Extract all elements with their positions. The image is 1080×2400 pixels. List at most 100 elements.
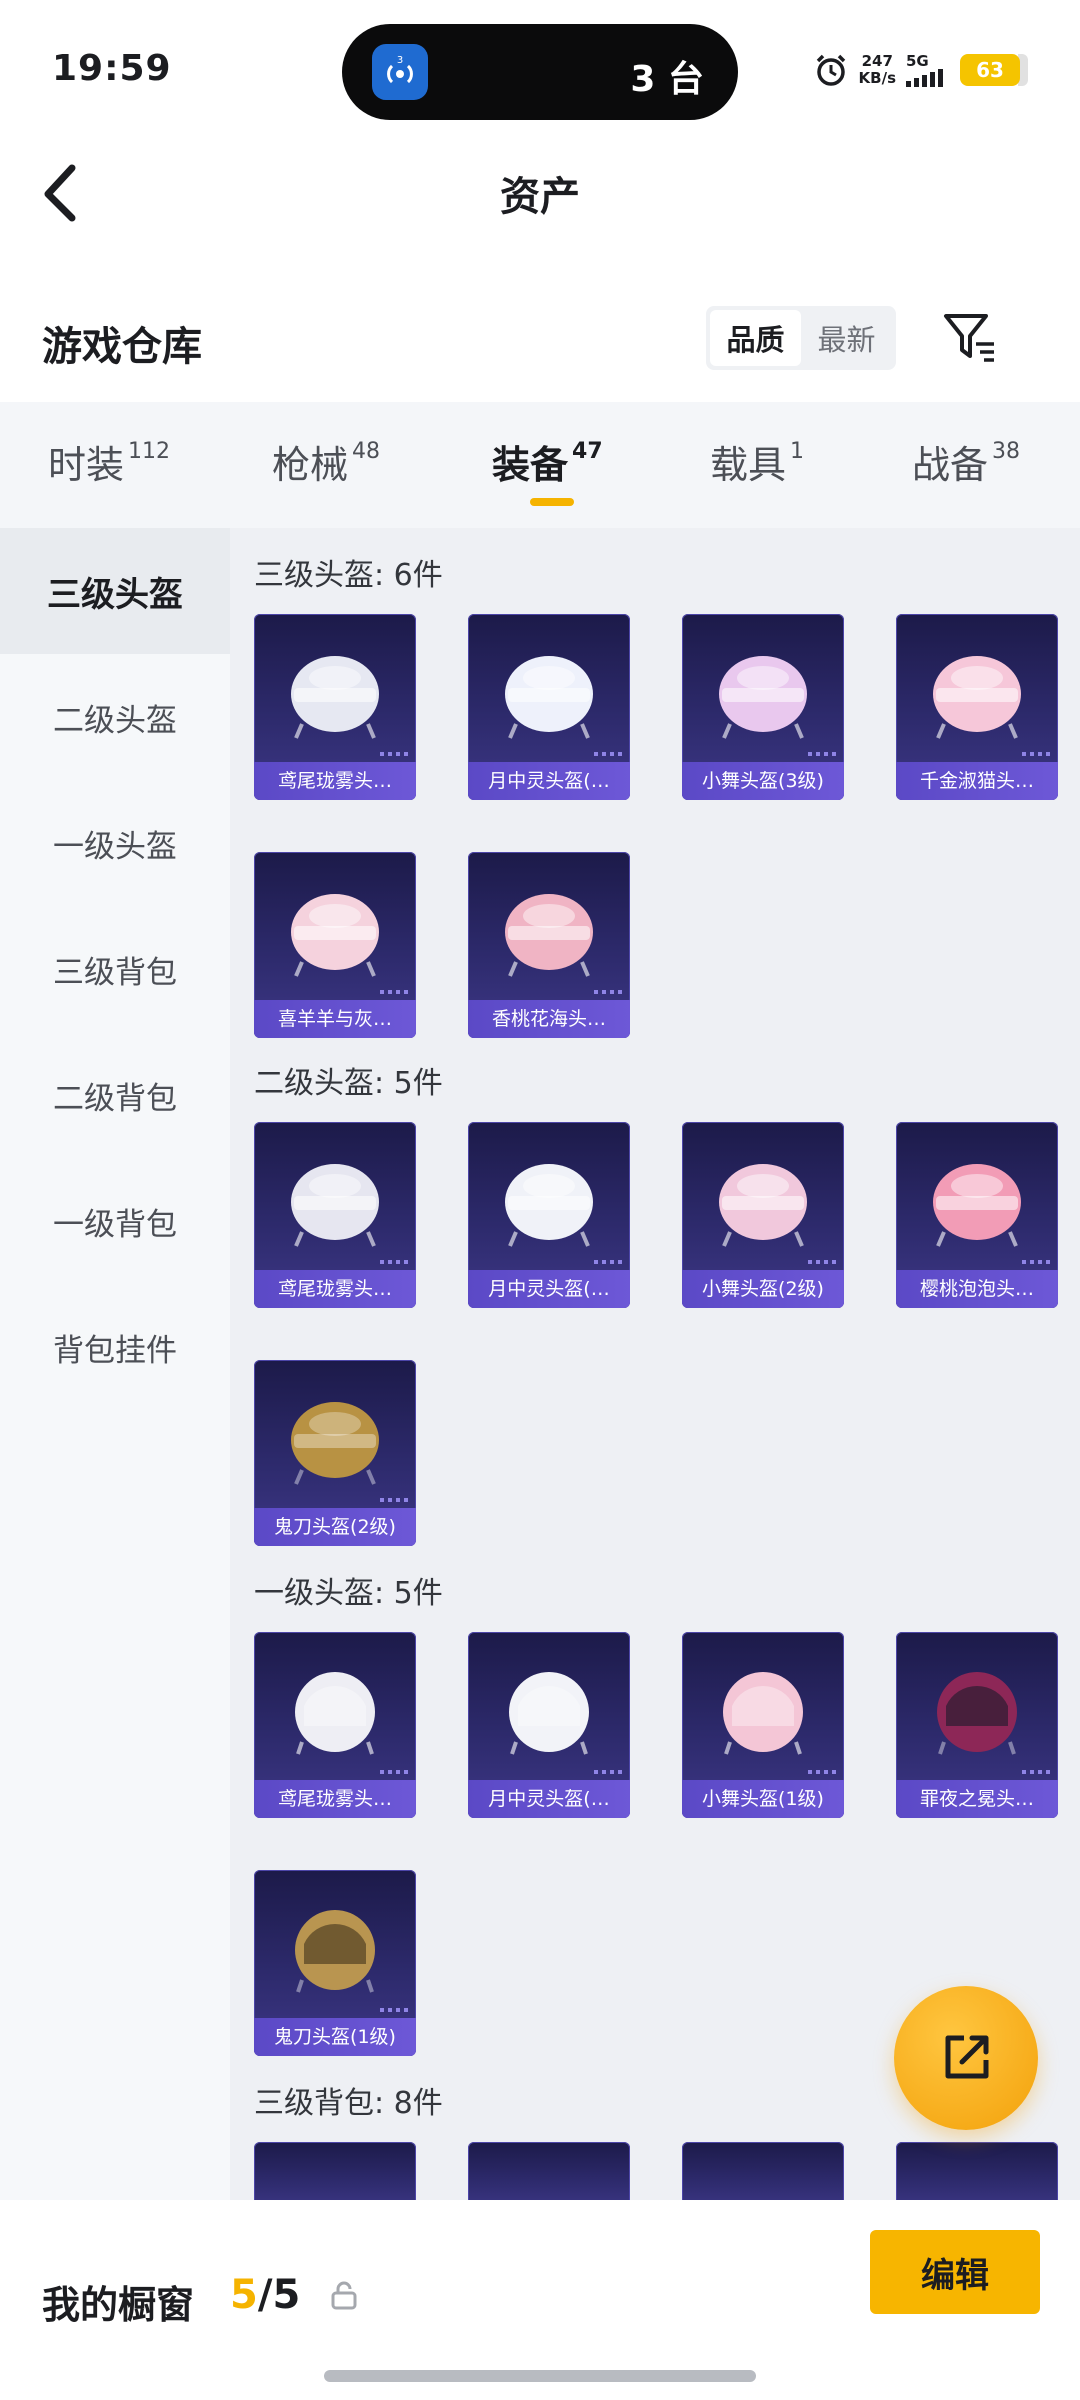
showcase-title: 我的橱窗 <box>42 2283 195 2327</box>
item-card[interactable]: 香桃花海头… <box>468 852 630 1038</box>
item-name: 月中灵头盔(… <box>468 1780 630 1818</box>
item-card[interactable]: 鸢尾珑雾头… <box>254 1632 416 1818</box>
island-app-icon: 3 <box>372 44 428 100</box>
helmet-icon <box>937 1672 1017 1755</box>
item-name: 小舞头盔(3级) <box>682 762 844 800</box>
helmet-icon <box>505 894 593 977</box>
item-name: 鸢尾珑雾头… <box>254 762 416 800</box>
item-name: 鸢尾珑雾头… <box>254 1270 416 1308</box>
helmet-icon <box>291 1164 379 1247</box>
rarity-dots <box>808 1260 836 1264</box>
helmet-icon <box>719 1164 807 1247</box>
item-card[interactable] <box>682 2142 844 2200</box>
item-card[interactable]: 鸢尾珑雾头… <box>254 614 416 800</box>
tab-weapons[interactable]: 枪械 48 <box>272 434 380 489</box>
helmet-icon <box>295 1672 375 1755</box>
item-name: 罪夜之冕头… <box>896 1780 1058 1818</box>
status-bar: 19:59 3 3 台 247 KB/s 5G 63 <box>0 0 1080 140</box>
home-indicator[interactable] <box>324 2370 756 2382</box>
rarity-dots <box>380 1260 408 1264</box>
item-card[interactable]: 鬼刀头盔(1级) <box>254 1870 416 2056</box>
helmet-icon <box>723 1672 803 1755</box>
sort-option-quality[interactable]: 品质 <box>710 310 801 366</box>
rarity-dots <box>594 1260 622 1264</box>
helmet-icon <box>933 656 1021 739</box>
sort-toggle: 品质 最新 <box>706 306 896 370</box>
helmet-icon <box>509 1672 589 1755</box>
helmet-icon <box>295 1910 375 1993</box>
sidebar-item-backpack-lv1[interactable]: 一级背包 <box>0 1158 230 1284</box>
sidebar-item-helmet-lv1[interactable]: 一级头盔 <box>0 780 230 906</box>
showcase-count-total: 5 <box>272 2272 301 2318</box>
item-card[interactable]: 月中灵头盔(… <box>468 1632 630 1818</box>
page-title: 资产 <box>500 174 580 220</box>
sidebar-item-helmet-lv2[interactable]: 二级头盔 <box>0 654 230 780</box>
item-card[interactable]: 鸢尾珑雾头… <box>254 1122 416 1308</box>
group-title: 一级头盔: 5件 <box>254 1576 443 1611</box>
battery-indicator: 63 <box>960 54 1020 86</box>
item-card[interactable] <box>254 2142 416 2200</box>
item-card[interactable]: 樱桃泡泡头… <box>896 1122 1058 1308</box>
helmet-icon <box>291 1402 379 1485</box>
rarity-dots <box>594 752 622 756</box>
tab-label: 战备 <box>912 443 989 487</box>
tab-label: 载具 <box>710 443 787 487</box>
item-card[interactable]: 月中灵头盔(… <box>468 614 630 800</box>
tab-vehicles[interactable]: 载具 1 <box>710 434 804 489</box>
item-card[interactable]: 罪夜之冕头… <box>896 1632 1058 1818</box>
item-card[interactable]: 喜羊羊与灰… <box>254 852 416 1038</box>
sort-option-newest[interactable]: 最新 <box>801 310 892 366</box>
lock-button[interactable] <box>330 2280 358 2310</box>
signal-icon <box>906 69 943 87</box>
item-name: 鬼刀头盔(2级) <box>254 1508 416 1546</box>
net-speed: 247 KB/s <box>859 53 896 87</box>
rarity-dots <box>1022 1260 1050 1264</box>
item-card[interactable]: 鬼刀头盔(2级) <box>254 1360 416 1546</box>
item-card[interactable]: 小舞头盔(3级) <box>682 614 844 800</box>
tab-fashion[interactable]: 时装 112 <box>48 434 170 489</box>
network-type: 5G <box>906 52 929 70</box>
group-title: 二级头盔: 5件 <box>254 1066 443 1101</box>
sidebar-item-helmet-lv3[interactable]: 三级头盔 <box>0 528 230 654</box>
helmet-icon <box>933 1164 1021 1247</box>
edit-button[interactable]: 编辑 <box>870 2230 1040 2314</box>
share-out-button[interactable] <box>894 1986 1038 2130</box>
tab-count: 1 <box>790 439 805 464</box>
tab-equipment[interactable]: 装备 47 <box>492 434 603 489</box>
showcase-count-current: 5 <box>230 2272 258 2318</box>
item-card[interactable]: 千金淑猫头… <box>896 614 1058 800</box>
helmet-icon <box>505 1164 593 1247</box>
dynamic-island[interactable]: 3 3 台 <box>342 24 738 120</box>
item-card[interactable] <box>896 2142 1058 2200</box>
item-card[interactable]: 小舞头盔(1级) <box>682 1632 844 1818</box>
item-card[interactable]: 小舞头盔(2级) <box>682 1122 844 1308</box>
item-card[interactable]: 月中灵头盔(… <box>468 1122 630 1308</box>
helmet-icon <box>291 894 379 977</box>
lock-icon <box>331 2281 357 2310</box>
showcase-bar: 我的橱窗 5/5 编辑 <box>0 2200 1080 2400</box>
sidebar-item-backpack-charm[interactable]: 背包挂件 <box>0 1284 230 1410</box>
item-card[interactable] <box>468 2142 630 2200</box>
group-title: 三级头盔: 6件 <box>254 558 443 593</box>
section-title: 游戏仓库 <box>42 324 202 370</box>
net-speed-value: 247 <box>861 52 893 70</box>
rarity-dots <box>380 1770 408 1774</box>
tab-count: 48 <box>352 439 381 464</box>
showcase-count: 5/5 <box>230 2272 300 2318</box>
sidebar-item-backpack-lv2[interactable]: 二级背包 <box>0 1032 230 1158</box>
active-tab-indicator <box>530 498 574 506</box>
category-tabs: 时装 112 枪械 48 装备 47 载具 1 战备 38 <box>0 402 1080 528</box>
sidebar-item-backpack-lv3[interactable]: 三级背包 <box>0 906 230 1032</box>
status-right: 247 KB/s 5G 63 <box>813 52 1028 88</box>
island-text: 3 台 <box>630 59 704 100</box>
rarity-dots <box>380 1498 408 1502</box>
network-indicator: 5G <box>906 53 950 87</box>
rarity-dots <box>1022 752 1050 756</box>
tab-supplies[interactable]: 战备 38 <box>912 434 1020 489</box>
item-name: 樱桃泡泡头… <box>896 1270 1058 1308</box>
broadcast-icon: 3 <box>387 55 413 84</box>
rarity-dots <box>380 752 408 756</box>
item-name: 千金淑猫头… <box>896 762 1058 800</box>
filter-button[interactable] <box>942 310 998 366</box>
island-badge: 3 <box>397 55 403 66</box>
